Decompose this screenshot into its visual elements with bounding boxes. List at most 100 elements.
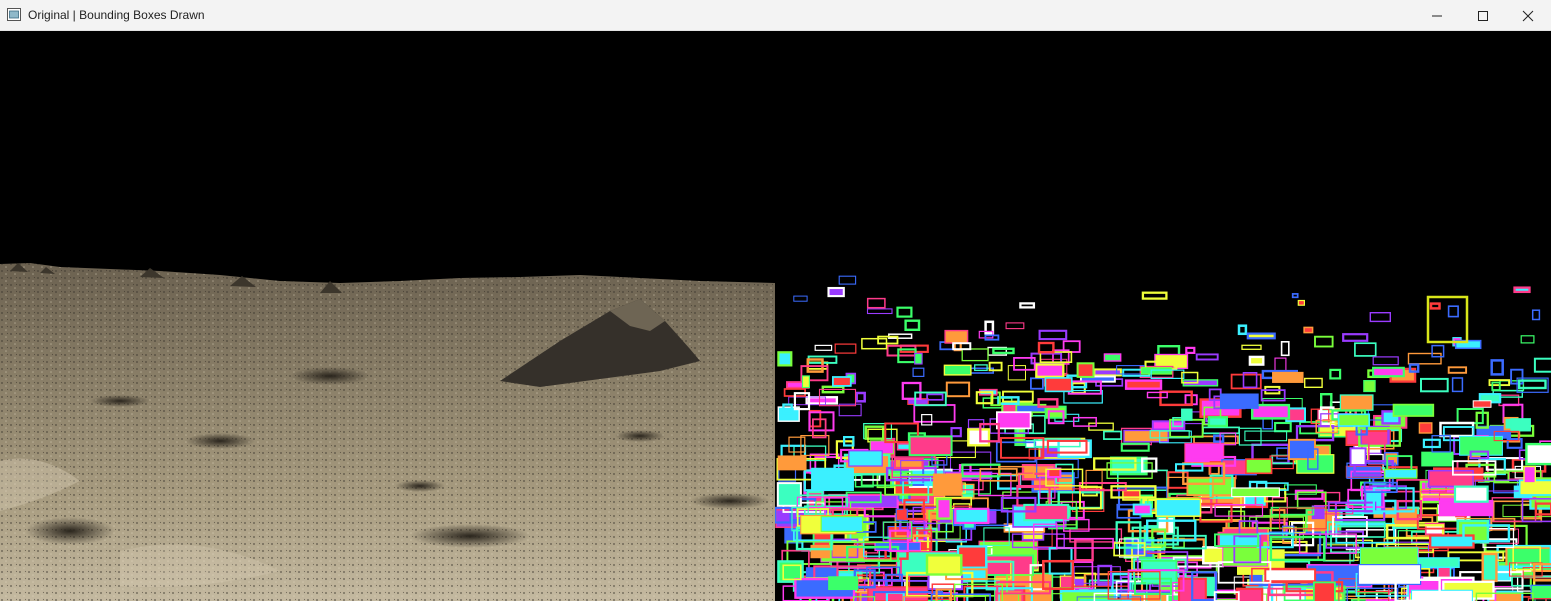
- bounding-box: [1272, 371, 1304, 383]
- bounding-box: [914, 352, 923, 365]
- bounding-box: [1314, 335, 1334, 348]
- bounding-box: [1337, 413, 1371, 427]
- bounding-box: [1291, 293, 1299, 299]
- bounding-box: [1363, 380, 1376, 393]
- bounding-box: [1037, 398, 1059, 408]
- bounding-box: [1072, 416, 1097, 427]
- bounding-box: [1274, 357, 1287, 373]
- window-title: Original | Bounding Boxes Drawn: [28, 8, 205, 22]
- bounding-box: [944, 329, 969, 344]
- bounding-box: [1181, 408, 1193, 421]
- bounding-box: [1369, 312, 1391, 323]
- bounding-box: [1357, 563, 1422, 585]
- bounding-box: [1076, 362, 1095, 378]
- window-app-icon: [7, 8, 21, 21]
- bounding-box: [827, 286, 845, 298]
- bounding-box: [1167, 471, 1189, 489]
- close-icon: [1522, 10, 1534, 21]
- bounding-box: [1427, 469, 1474, 488]
- bounding-box: [1246, 332, 1276, 340]
- bounding-box: [1410, 589, 1473, 601]
- bounding-boxes-panel: [775, 31, 1551, 601]
- bounding-box: [1520, 335, 1535, 344]
- bounding-box: [834, 343, 857, 354]
- bounding-box: [988, 361, 1003, 372]
- bounding-box: [1420, 377, 1449, 393]
- bounding-box: [945, 381, 971, 398]
- bounding-box: [1342, 333, 1369, 342]
- bounding-box: [1339, 394, 1374, 411]
- bounding-box: [1185, 346, 1196, 354]
- bounding-box: [896, 306, 913, 318]
- bounding-box: [1184, 442, 1225, 464]
- bounding-box: [921, 414, 933, 426]
- bounding-box: [1372, 356, 1399, 366]
- bounding-box: [1438, 499, 1494, 517]
- bounding-box: [1103, 430, 1122, 440]
- bounding-box: [1436, 565, 1452, 579]
- minimize-icon: [1432, 15, 1442, 16]
- bounding-box: [1510, 418, 1531, 432]
- bounding-box: [1155, 498, 1202, 517]
- bounding-box: [1195, 353, 1219, 361]
- bounding-box: [828, 576, 859, 591]
- bounding-box: [777, 351, 793, 367]
- bounding-box: [1372, 366, 1405, 378]
- bounding-box: [1418, 557, 1460, 569]
- bounding-box: [1421, 451, 1454, 467]
- bounding-box: [1207, 416, 1228, 428]
- bounding-box: [1241, 344, 1262, 350]
- bounding-box: [838, 275, 857, 285]
- bounding-box: [961, 483, 975, 500]
- bounding-box: [1037, 341, 1055, 354]
- bounding-box: [855, 391, 866, 403]
- title-bar[interactable]: Original | Bounding Boxes Drawn: [0, 0, 1551, 31]
- bounding-box: [1035, 363, 1065, 378]
- bounding-box: [1141, 291, 1168, 300]
- bounding-box: [1140, 367, 1173, 375]
- bounding-box: [1124, 379, 1163, 390]
- bounding-box: [1007, 365, 1027, 381]
- bounding-box: [926, 393, 944, 401]
- original-image-panel: [0, 31, 775, 601]
- bounding-box: [1103, 353, 1122, 362]
- bounding-box: [1303, 326, 1314, 334]
- bounding-box: [1384, 468, 1418, 479]
- bounding-box: [1490, 359, 1504, 376]
- bounding-box: [936, 497, 952, 520]
- bounding-box: [1023, 503, 1070, 522]
- bounding-box: [814, 344, 833, 351]
- bounding-box: [1523, 465, 1537, 485]
- bounding-box: [967, 428, 991, 447]
- bounding-box: [1451, 377, 1464, 393]
- bounding-box: [1531, 309, 1541, 321]
- bounding-box: [1345, 430, 1391, 447]
- lunar-surface-photo: [0, 31, 775, 601]
- bounding-box: [995, 411, 1032, 430]
- maximize-icon: [1478, 10, 1488, 21]
- bounding-box: [1231, 487, 1281, 498]
- bounding-box: [811, 467, 854, 492]
- bounding-box: [954, 507, 990, 524]
- bounding-box: [801, 375, 810, 389]
- bounding-box: [901, 381, 922, 400]
- bounding-box: [912, 367, 925, 378]
- bounding-box: [1418, 422, 1433, 434]
- bounding-box: [943, 364, 972, 376]
- minimize-button[interactable]: [1414, 0, 1460, 31]
- bounding-box: [1472, 400, 1492, 408]
- bounding-box: [1329, 368, 1342, 380]
- bounding-box-detections: [775, 275, 1551, 601]
- bounding-box: [1304, 377, 1323, 389]
- bounding-box: [1447, 366, 1468, 374]
- bounding-box: [1038, 329, 1068, 341]
- close-button[interactable]: [1505, 0, 1551, 31]
- maximize-button[interactable]: [1460, 0, 1506, 31]
- bounding-box: [1447, 305, 1459, 318]
- bounding-box: [1453, 485, 1489, 503]
- bounding-box: [1159, 390, 1193, 407]
- bounding-box: [1074, 538, 1094, 562]
- bounding-box: [1297, 299, 1305, 306]
- bounding-box: [1220, 393, 1259, 409]
- bounding-box: [1044, 377, 1073, 393]
